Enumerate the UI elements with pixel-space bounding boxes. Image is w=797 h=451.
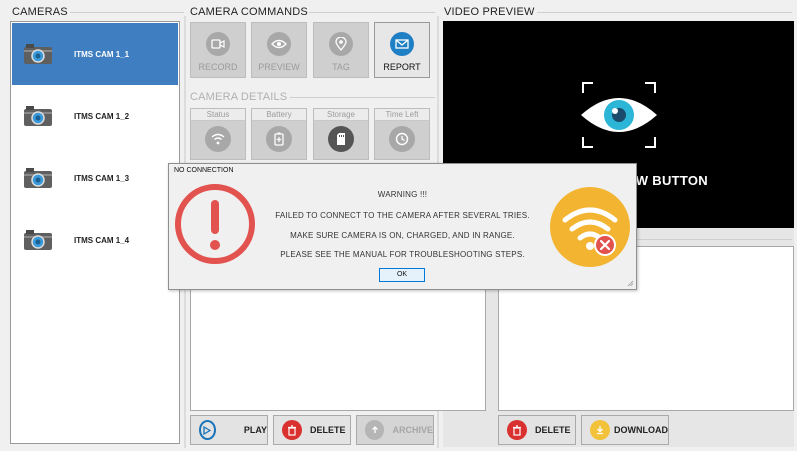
camera-icon	[24, 168, 52, 188]
archive-button[interactable]: ARCHIVE	[356, 415, 434, 445]
tag-label: TAG	[332, 62, 350, 72]
camera-item-label: ITMS CAM 1_2	[74, 111, 130, 121]
dialog-title: NO CONNECTION	[174, 167, 234, 174]
eye-icon	[267, 32, 291, 56]
video-camera-icon	[206, 32, 230, 56]
delete-button-right[interactable]: DELETE	[498, 415, 576, 445]
resize-grip-icon[interactable]	[627, 280, 634, 287]
camera-item-2[interactable]: ITMS CAM 1_2	[12, 85, 178, 147]
play-button[interactable]: PLAY	[190, 415, 268, 445]
trash-icon	[282, 420, 302, 440]
camera-commands-title: CAMERA COMMANDS	[190, 6, 308, 18]
play-label: PLAY	[243, 425, 267, 435]
camera-item-label: ITMS CAM 1_3	[74, 173, 130, 183]
delete-label: DELETE	[310, 425, 346, 435]
camera-icon	[24, 230, 52, 250]
download-icon	[590, 420, 610, 440]
status-label: Status	[191, 109, 245, 121]
download-button[interactable]: DOWNLOAD	[581, 415, 669, 445]
wifi-off-icon	[550, 187, 630, 267]
time-left-label: Time Left	[375, 109, 429, 121]
location-pin-icon	[329, 32, 353, 56]
upload-icon	[365, 420, 385, 440]
camera-details-title: CAMERA DETAILS	[190, 91, 288, 103]
battery-label: Battery	[252, 109, 306, 121]
no-connection-dialog: NO CONNECTION WARNING !!! FAILED TO CONN…	[168, 163, 637, 290]
battery-icon	[266, 126, 292, 152]
tag-button[interactable]: TAG	[313, 22, 369, 78]
camera-item-label: ITMS CAM 1_1	[74, 49, 130, 59]
preview-label: PREVIEW	[258, 62, 300, 72]
camera-item-1[interactable]: ITMS CAM 1_1	[12, 23, 178, 85]
record-button[interactable]: RECORD	[190, 22, 246, 78]
play-icon	[199, 420, 216, 440]
delete-button-left[interactable]: DELETE	[273, 415, 351, 445]
camera-icon	[24, 106, 52, 126]
time-left-box: Time Left	[374, 108, 430, 160]
ok-button[interactable]: OK	[379, 268, 425, 282]
storage-box: Storage	[313, 108, 369, 160]
clock-icon	[389, 126, 415, 152]
report-label: REPORT	[383, 62, 421, 72]
camera-item-3[interactable]: ITMS CAM 1_3	[12, 147, 178, 209]
camera-item-4[interactable]: ITMS CAM 1_4	[12, 209, 178, 271]
envelope-icon	[390, 32, 414, 56]
cameras-title: CAMERAS	[12, 6, 68, 18]
report-button[interactable]: REPORT	[374, 22, 430, 78]
preview-button[interactable]: PREVIEW	[251, 22, 307, 78]
wifi-icon	[205, 126, 231, 152]
status-box: Status	[190, 108, 246, 160]
record-label: RECORD	[198, 62, 238, 72]
trash-icon	[507, 420, 527, 440]
preview-button-text: W BUTTON	[635, 173, 708, 188]
camera-list[interactable]: ITMS CAM 1_1 ITMS CAM 1_2 ITMS CAM 1_3 I…	[10, 21, 180, 444]
video-preview-title: VIDEO PREVIEW	[444, 6, 535, 18]
delete-label: DELETE	[535, 425, 571, 435]
battery-box: Battery	[251, 108, 307, 160]
storage-label: Storage	[314, 109, 368, 121]
camera-item-label: ITMS CAM 1_4	[74, 235, 130, 245]
camera-icon	[24, 44, 52, 64]
preview-eye-icon	[581, 82, 657, 148]
sd-card-icon	[328, 126, 354, 152]
recordings-list[interactable]	[190, 288, 486, 411]
archive-label: ARCHIVE	[392, 425, 433, 435]
download-label: DOWNLOAD	[614, 425, 668, 435]
